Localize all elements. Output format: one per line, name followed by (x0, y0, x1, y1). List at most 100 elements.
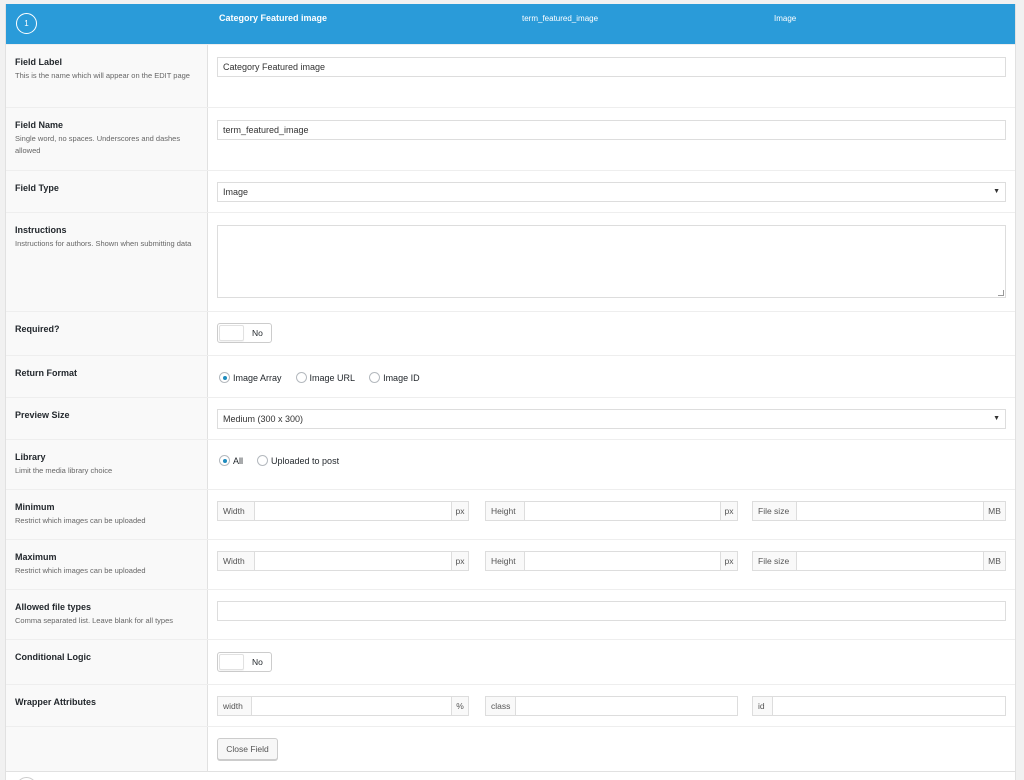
radio-image-id[interactable]: Image ID (369, 372, 420, 383)
toggle-label: No (252, 657, 263, 667)
addon-prefix: width (218, 697, 252, 715)
chevron-down-icon: ▼ (993, 415, 1000, 422)
radio-label: Uploaded to post (271, 455, 340, 466)
row-description: Instructions for authors. Shown when sub… (15, 239, 192, 248)
max-height-field[interactable]: Height px (485, 551, 738, 571)
max-width-input[interactable] (255, 552, 451, 570)
label-cell: Conditional Logic (6, 640, 208, 684)
row-title: Wrapper Attributes (15, 697, 97, 707)
row-title: Required? (15, 324, 60, 334)
radio-image-url[interactable]: Image URL (295, 372, 355, 383)
addon-suffix: px (451, 552, 468, 570)
row-description: Restrict which images can be uploaded (15, 566, 146, 575)
required-toggle[interactable]: No (217, 323, 272, 343)
row-title: Minimum (15, 502, 55, 512)
addon-prefix: Height (486, 502, 525, 520)
wrapper-width-input[interactable] (252, 697, 451, 715)
row-preview-size: Preview Size Medium (300 x 300) ▼ (6, 397, 1015, 439)
row-title: Conditional Logic (15, 652, 91, 662)
addon-prefix: File size (753, 552, 797, 570)
row-close: Close Field (6, 726, 1015, 771)
wrapper-class-field[interactable]: class (485, 696, 738, 716)
addon-prefix: id (753, 697, 773, 715)
addon-prefix: Width (218, 552, 255, 570)
next-field-header[interactable] (6, 771, 1015, 780)
close-field-button[interactable]: Close Field (217, 738, 278, 760)
radio-uploaded-to-post[interactable]: Uploaded to post (257, 455, 339, 466)
label-cell: Field Name Single word, no spaces. Under… (6, 108, 208, 170)
row-title: Return Format (15, 368, 78, 378)
row-allowed-file-types: Allowed file types Comma separated list.… (6, 589, 1015, 639)
addon-prefix: Height (486, 552, 525, 570)
label-cell: Field Type (6, 171, 208, 212)
radio-checked-icon[interactable] (219, 372, 230, 383)
resize-handle-icon[interactable] (998, 290, 1004, 296)
addon-suffix: px (451, 502, 468, 520)
row-description: Single word, no spaces. Underscores and … (15, 134, 181, 155)
min-height-input[interactable] (525, 502, 720, 520)
field-header[interactable]: 1 Category Featured image term_featured_… (6, 4, 1015, 44)
row-return-format: Return Format Image Array Image URL Imag… (6, 355, 1015, 397)
row-conditional-logic: Conditional Logic No (6, 639, 1015, 684)
label-cell: Maximum Restrict which images can be upl… (6, 540, 208, 589)
min-width-field[interactable]: Width px (217, 501, 469, 521)
field-order-badge[interactable]: 1 (16, 13, 37, 34)
row-title: Field Name (15, 120, 64, 130)
addon-prefix: class (486, 697, 516, 715)
addon-suffix: % (451, 697, 468, 715)
allowed-types-input[interactable] (217, 601, 1006, 621)
row-minimum: Minimum Restrict which images can be upl… (6, 489, 1015, 539)
conditional-logic-toggle[interactable]: No (217, 652, 272, 672)
max-height-input[interactable] (525, 552, 720, 570)
max-filesize-input[interactable] (797, 552, 983, 570)
row-maximum: Maximum Restrict which images can be upl… (6, 539, 1015, 589)
row-description: Comma separated list. Leave blank for al… (15, 616, 173, 625)
radio-image-array[interactable]: Image Array (219, 372, 282, 383)
radio-checked-icon[interactable] (219, 455, 230, 466)
radio-all[interactable]: All (219, 455, 243, 466)
addon-prefix: Width (218, 502, 255, 520)
wrapper-id-field[interactable]: id (752, 696, 1006, 716)
radio-label: Image Array (233, 372, 282, 383)
row-instructions: Instructions Instructions for authors. S… (6, 212, 1015, 311)
min-height-field[interactable]: Height px (485, 501, 738, 521)
library-radios: All Uploaded to post (219, 455, 353, 466)
min-width-input[interactable] (255, 502, 451, 520)
header-field-label[interactable]: Category Featured image (219, 13, 327, 23)
min-filesize-field[interactable]: File size MB (752, 501, 1006, 521)
preview-size-select[interactable]: Medium (300 x 300) ▼ (217, 409, 1006, 429)
wrapper-width-field[interactable]: width % (217, 696, 469, 716)
addon-prefix: File size (753, 502, 797, 520)
row-description: This is the name which will appear on th… (15, 71, 190, 80)
field-label-input[interactable]: Category Featured image (217, 57, 1006, 77)
label-cell: Library Limit the media library choice (6, 440, 208, 489)
select-value: Image (223, 187, 249, 197)
wrapper-class-input[interactable] (516, 697, 737, 715)
label-cell (6, 727, 208, 771)
row-field-type: Field Type Image ▼ (6, 170, 1015, 212)
toggle-label: No (252, 328, 263, 338)
label-cell: Field Label This is the name which will … (6, 45, 208, 107)
min-filesize-input[interactable] (797, 502, 983, 520)
wrapper-id-input[interactable] (773, 697, 1005, 715)
header-field-type: Image (774, 14, 797, 23)
label-cell: Wrapper Attributes (6, 685, 208, 726)
max-width-field[interactable]: Width px (217, 551, 469, 571)
row-title: Maximum (15, 552, 57, 562)
field-name-input[interactable]: term_featured_image (217, 120, 1006, 140)
radio-label: All (233, 455, 244, 466)
field-type-select[interactable]: Image ▼ (217, 182, 1006, 202)
max-filesize-field[interactable]: File size MB (752, 551, 1006, 571)
radio-icon[interactable] (257, 455, 269, 466)
radio-icon[interactable] (369, 372, 381, 383)
addon-suffix: MB (983, 552, 1005, 570)
row-description: Limit the media library choice (15, 466, 113, 475)
label-cell: Preview Size (6, 398, 208, 439)
chevron-down-icon: ▼ (993, 188, 1000, 195)
row-field-label: Field Label This is the name which will … (6, 44, 1015, 107)
row-title: Preview Size (15, 410, 70, 420)
toggle-knob (219, 325, 244, 341)
instructions-textarea[interactable] (217, 225, 1006, 298)
radio-icon[interactable] (295, 372, 307, 383)
toggle-knob (219, 654, 244, 670)
